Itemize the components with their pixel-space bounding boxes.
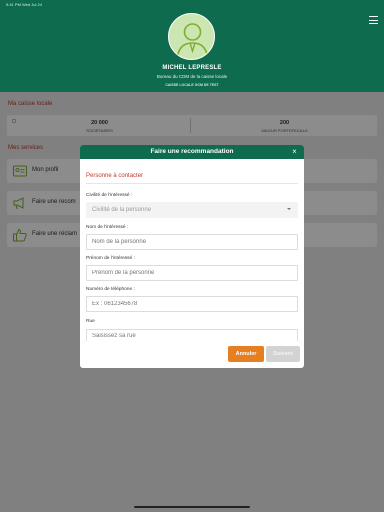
nom-input[interactable]	[86, 234, 298, 250]
rue-label: Rue	[86, 319, 95, 324]
recommendation-modal: Faire une recommandation × Personne à co…	[80, 145, 304, 368]
user-role: Bureau du CDM de la caisse locale	[156, 74, 228, 79]
section-heading: Personne à contacter	[86, 173, 144, 179]
status-bar: 9:41 PM Wed Jul 24	[6, 2, 378, 10]
chevron-down-icon	[287, 208, 291, 210]
nom-label: Nom de l'intéressé :	[86, 225, 129, 230]
modal-title: Faire une recommandation	[150, 148, 234, 155]
modal-header: Faire une recommandation ×	[80, 145, 304, 159]
next-button[interactable]: Suivant	[266, 346, 300, 362]
rue-input[interactable]	[86, 329, 298, 341]
prenom-input[interactable]	[86, 265, 298, 281]
telephone-label: Numéro de téléphone :	[86, 287, 135, 292]
close-icon[interactable]: ×	[290, 147, 299, 156]
status-time: 9:41 PM Wed Jul 24	[6, 2, 42, 7]
avatar[interactable]	[168, 13, 215, 60]
cancel-button[interactable]: Annuler	[228, 346, 264, 362]
user-caisse: CAISSE LOCALE GCM DE TEST	[165, 83, 219, 87]
person-silhouette-icon	[176, 23, 209, 59]
civilite-label: Civilité de l'intéressé :	[86, 193, 133, 198]
hamburger-menu-icon[interactable]	[369, 16, 378, 24]
civilite-placeholder: Civilité de la personne	[92, 207, 152, 213]
prenom-label: Prénom de l'intéressé :	[86, 256, 135, 261]
modal-body: Personne à contacter Civilité de l'intér…	[80, 159, 304, 368]
user-name: MICHEL LEPRESLE	[162, 65, 222, 71]
civilite-select[interactable]: Civilité de la personne	[86, 202, 298, 218]
app-header: 9:41 PM Wed Jul 24 MICHEL LEPRESLE Burea…	[0, 0, 384, 92]
telephone-input[interactable]	[86, 296, 298, 312]
section-divider	[86, 183, 298, 184]
home-indicator	[134, 506, 250, 508]
